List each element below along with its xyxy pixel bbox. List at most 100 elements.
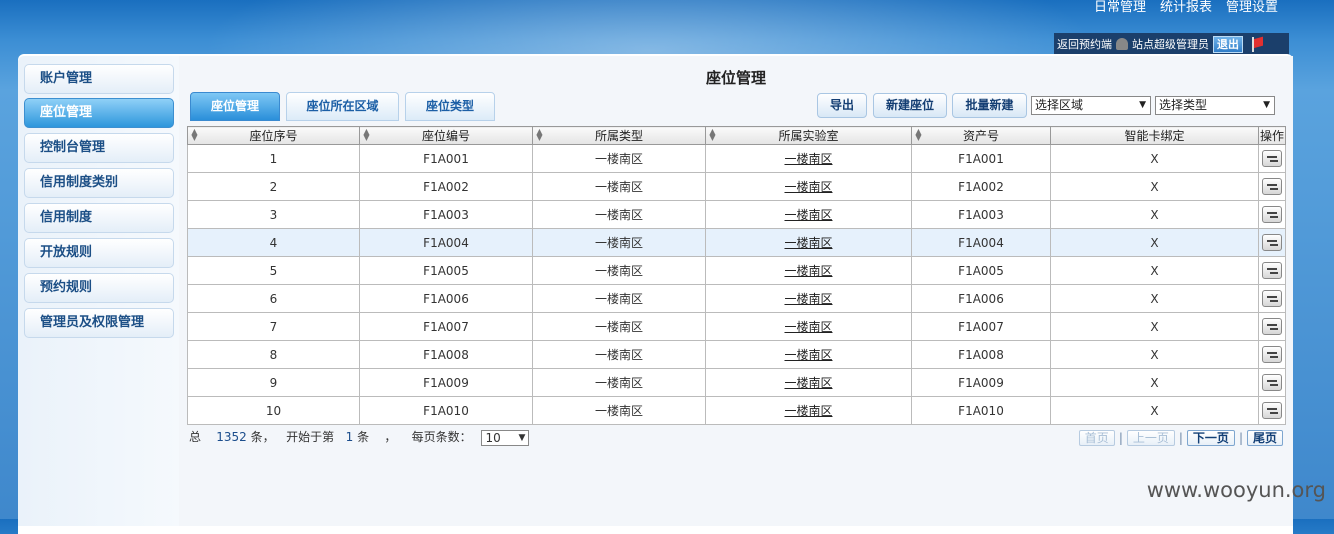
sidebar-item-booking-rules[interactable]: 预约规则	[24, 273, 174, 303]
flag-icon[interactable]	[1250, 36, 1266, 52]
cell-smartcard: X	[1050, 284, 1259, 313]
edit-icon[interactable]	[1262, 206, 1282, 223]
cell-seat-index: 3	[187, 200, 360, 229]
table-row[interactable]: 10 F1A010 一楼南区 一楼南区 F1A010 X	[187, 396, 1286, 425]
cell-asset: F1A004	[911, 228, 1051, 257]
back-to-booking-link[interactable]: 返回预约端	[1057, 36, 1112, 52]
lab-link[interactable]: 一楼南区	[784, 320, 832, 334]
sort-icon[interactable]: ▲ ▼	[914, 128, 923, 142]
col-header-seat-code[interactable]: ▲ ▼ 座位编号	[359, 126, 533, 145]
cell-lab: 一楼南区	[705, 368, 912, 397]
lab-link[interactable]: 一楼南区	[784, 292, 832, 306]
type-select[interactable]: 选择类型 ▼	[1155, 96, 1275, 115]
type-select-value: 选择类型	[1159, 98, 1208, 112]
sidebar-item-accounts[interactable]: 账户管理	[24, 64, 174, 94]
col-header-seat-index[interactable]: ▲ ▼ 座位序号	[187, 126, 360, 145]
first-page-button[interactable]: 首页	[1078, 430, 1115, 446]
tab-seat-management[interactable]: 座位管理	[190, 92, 280, 121]
seat-table: ▲ ▼ 座位序号 ▲ ▼ 座位编号 ▲ ▼ 所属类型 ▲ ▼ 所属实验室 ▲ ▼ 资产号 智能卡绑定…	[187, 126, 1286, 425]
page-title: 座位管理	[705, 69, 766, 87]
cell-asset: F1A002	[911, 172, 1051, 201]
sort-icon[interactable]: ▲ ▼	[535, 128, 544, 142]
table-row[interactable]: 1 F1A001 一楼南区 一楼南区 F1A001 X	[187, 144, 1286, 173]
sidebar-item-console[interactable]: 控制台管理	[24, 133, 174, 163]
area-select[interactable]: 选择区域 ▼	[1031, 96, 1151, 115]
top-nav-reports[interactable]: 统计报表	[1160, 0, 1212, 15]
cell-actions	[1258, 256, 1286, 285]
sidebar: 账户管理 座位管理 控制台管理 信用制度类别 信用制度 开放规则 预约规则 管理…	[18, 56, 180, 526]
lab-link[interactable]: 一楼南区	[784, 180, 832, 194]
edit-icon[interactable]	[1262, 318, 1282, 335]
edit-icon[interactable]	[1262, 178, 1282, 195]
table-summary: 总 1352 条， 开始于第 1 条 ， 每页条数： 10 ▼	[189, 428, 530, 446]
col-header-type[interactable]: ▲ ▼ 所属类型	[532, 126, 706, 145]
dropdown-arrow-icon: ▼	[1139, 100, 1146, 110]
sidebar-item-admins[interactable]: 管理员及权限管理	[24, 308, 174, 338]
cell-seat-code: F1A007	[359, 312, 533, 341]
edit-icon[interactable]	[1262, 262, 1282, 279]
prev-page-button[interactable]: 上一页	[1126, 430, 1175, 446]
cell-asset: F1A008	[911, 340, 1051, 369]
tab-seat-types[interactable]: 座位类型	[405, 92, 495, 121]
cell-seat-code: F1A005	[359, 256, 533, 285]
edit-icon[interactable]	[1262, 402, 1282, 419]
col-header-asset[interactable]: ▲ ▼ 资产号	[911, 126, 1051, 145]
new-seat-button[interactable]: 新建座位	[873, 93, 947, 118]
cell-lab: 一楼南区	[705, 396, 912, 425]
lab-link[interactable]: 一楼南区	[784, 208, 832, 222]
lab-link[interactable]: 一楼南区	[784, 236, 832, 250]
cell-type: 一楼南区	[532, 396, 706, 425]
per-page-select[interactable]: 10 ▼	[481, 429, 530, 446]
start-index: 1	[345, 430, 354, 444]
cell-actions	[1258, 200, 1286, 229]
sidebar-item-seats[interactable]: 座位管理	[24, 98, 174, 128]
lab-link[interactable]: 一楼南区	[784, 348, 832, 362]
cell-smartcard: X	[1050, 312, 1259, 341]
lab-link[interactable]: 一楼南区	[784, 404, 832, 418]
top-nav-settings[interactable]: 管理设置	[1226, 0, 1278, 15]
edit-icon[interactable]	[1262, 374, 1282, 391]
pager: 首页 | 上一页 | 下一页 | 尾页	[1078, 430, 1283, 446]
user-icon	[1116, 38, 1128, 50]
sort-icon[interactable]: ▲ ▼	[190, 128, 199, 142]
cell-actions	[1258, 368, 1286, 397]
cell-lab: 一楼南区	[705, 172, 912, 201]
table-row[interactable]: 7 F1A007 一楼南区 一楼南区 F1A007 X	[187, 312, 1286, 341]
cell-asset: F1A005	[911, 256, 1051, 285]
cell-asset: F1A007	[911, 312, 1051, 341]
cell-seat-code: F1A001	[359, 144, 533, 173]
table-row[interactable]: 4 F1A004 一楼南区 一楼南区 F1A004 X	[187, 228, 1286, 257]
cell-asset: F1A009	[911, 368, 1051, 397]
sidebar-item-credit-types[interactable]: 信用制度类别	[24, 168, 174, 198]
lab-link[interactable]: 一楼南区	[784, 152, 832, 166]
table-row[interactable]: 6 F1A006 一楼南区 一楼南区 F1A006 X	[187, 284, 1286, 313]
sort-icon[interactable]: ▲ ▼	[708, 128, 717, 142]
edit-icon[interactable]	[1262, 290, 1282, 307]
table-row[interactable]: 9 F1A009 一楼南区 一楼南区 F1A009 X	[187, 368, 1286, 397]
table-row[interactable]: 3 F1A003 一楼南区 一楼南区 F1A003 X	[187, 200, 1286, 229]
sidebar-item-credit[interactable]: 信用制度	[24, 203, 174, 233]
sidebar-item-open-rules[interactable]: 开放规则	[24, 238, 174, 268]
content-area: 座位管理 座位管理 座位所在区域 座位类型 导出 新建座位 批量新建 选择区域 …	[179, 56, 1293, 526]
batch-new-button[interactable]: 批量新建	[952, 93, 1027, 118]
cell-seat-code: F1A006	[359, 284, 533, 313]
col-header-lab[interactable]: ▲ ▼ 所属实验室	[705, 126, 912, 145]
cell-actions	[1258, 228, 1286, 257]
table-row[interactable]: 5 F1A005 一楼南区 一楼南区 F1A005 X	[187, 256, 1286, 285]
edit-icon[interactable]	[1262, 346, 1282, 363]
export-button[interactable]: 导出	[817, 93, 867, 118]
top-nav-daily[interactable]: 日常管理	[1094, 0, 1146, 15]
table-row[interactable]: 8 F1A008 一楼南区 一楼南区 F1A008 X	[187, 340, 1286, 369]
sort-icon[interactable]: ▲ ▼	[362, 128, 371, 142]
last-page-button[interactable]: 尾页	[1246, 430, 1283, 446]
edit-icon[interactable]	[1262, 150, 1282, 167]
cell-seat-index: 4	[187, 228, 360, 257]
table-row[interactable]: 2 F1A002 一楼南区 一楼南区 F1A002 X	[187, 172, 1286, 201]
logout-button[interactable]: 退出	[1213, 35, 1243, 53]
lab-link[interactable]: 一楼南区	[784, 264, 832, 278]
lab-link[interactable]: 一楼南区	[784, 376, 832, 390]
area-select-value: 选择区域	[1035, 98, 1084, 112]
edit-icon[interactable]	[1262, 234, 1282, 251]
tab-seat-areas[interactable]: 座位所在区域	[286, 92, 399, 121]
next-page-button[interactable]: 下一页	[1186, 430, 1235, 446]
